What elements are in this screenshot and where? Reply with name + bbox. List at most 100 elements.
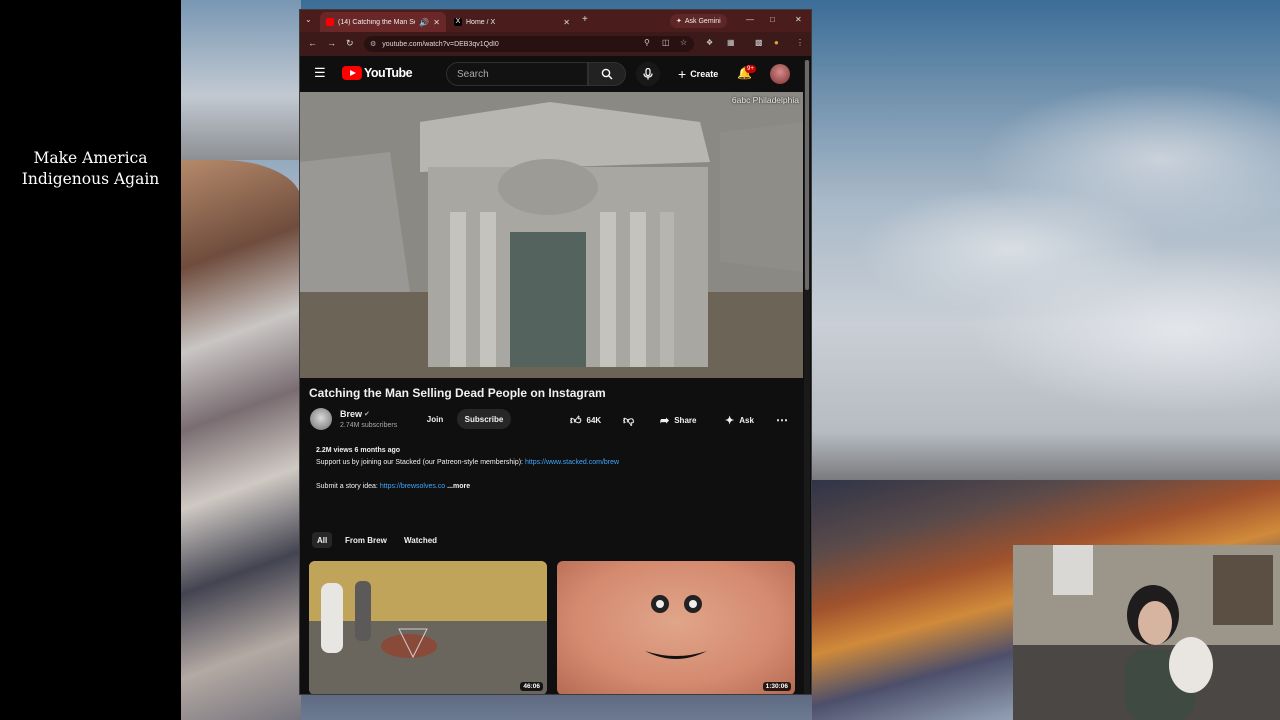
kebab-icon[interactable]: ⋮ [796,38,804,47]
puzzle-icon[interactable]: ▦ [727,38,735,47]
mausoleum-scene [300,92,803,378]
dislike-button[interactable]: 👎︎ [623,411,639,429]
more-link[interactable]: ...more [447,483,470,490]
cast-icon[interactable]: ◫ [662,38,670,47]
join-button[interactable]: Join [418,410,452,428]
ask-gemini-label: Ask Gemini [684,17,721,25]
scrollbar-thumb[interactable] [805,60,809,290]
reload-icon[interactable]: ↻ [346,38,354,49]
video-duration: 1:30:06 [762,682,791,691]
microphone-icon [643,68,653,80]
video-player[interactable]: 6abc Philadelphia [300,92,803,378]
overlay-line-1: Make America [33,149,148,167]
subscriber-count: 2.74M subscribers [340,422,398,429]
maximize-icon[interactable]: □ [770,15,775,24]
notification-badge: 9+ [745,65,756,73]
verified-icon: ✔ [364,411,370,418]
video-watermark: 6abc Philadelphia [731,95,799,105]
gemini-icon: ✦ [676,18,682,25]
subscribe-button[interactable]: Subscribe [457,409,511,429]
submit-text: Submit a story idea: [316,483,380,490]
minimize-icon[interactable]: — [746,15,754,24]
view-stats: 2.2M views 6 months ago [316,447,401,454]
share-label: Share [674,415,697,425]
reader-icon[interactable]: ❖ [706,38,713,47]
support-link[interactable]: https://www.stacked.com/brew [525,459,619,466]
close-icon[interactable]: ✕ [563,18,570,27]
avatar[interactable] [770,64,790,84]
star-icon[interactable]: ☆ [680,38,687,47]
youtube-header: ☰ YouTube Search + Create 🔔 9+ [300,56,811,92]
browser-window: ⌄ (14) Catching the Man Sell 🔊 ✕ X Home … [299,9,812,695]
thumbnail-scene [309,561,547,694]
search-icon [601,68,613,80]
ask-label: Ask [739,415,754,425]
thumbnail-face [645,595,707,659]
wallpaper-sky [181,0,301,160]
back-arrow-icon[interactable]: ← [308,38,317,48]
site-info-icon[interactable]: ⚙ [370,40,376,48]
youtube-play-icon [342,66,362,80]
window-close-icon[interactable]: ✕ [795,15,802,24]
voice-search-button[interactable] [636,62,660,86]
speaker-icon[interactable]: 🔊 [419,18,429,27]
tab-strip: ⌄ (14) Catching the Man Sell 🔊 ✕ X Home … [300,10,811,32]
plus-icon: + [678,66,687,82]
screen: Make America Indigenous Again ⌄ (14) Cat… [0,0,1280,720]
tab-youtube[interactable]: (14) Catching the Man Sell 🔊 ✕ [320,12,446,32]
channel-avatar[interactable] [310,408,332,430]
submit-line: Submit a story idea: https://brewsolves.… [316,481,789,493]
channel-name[interactable]: Brew [340,409,362,419]
like-count: 64K [586,415,602,425]
address-bar: ← → ↻ ⚙ youtube.com/watch?v=DEB3qv1QdI0 … [300,32,811,56]
like-button[interactable]: 👍︎ 64K [570,411,601,429]
tab-x[interactable]: X Home / X ✕ [448,12,576,32]
page-scrollbar[interactable] [804,60,810,694]
related-video-thumbnail[interactable]: 46:06 [309,561,547,694]
related-video-thumbnail[interactable]: 1:30:06 [557,561,795,694]
video-description[interactable]: 2.2M views 6 months ago Support us by jo… [309,441,796,503]
ask-button[interactable]: ✦ Ask [725,411,754,429]
share-icon: ➦ [660,414,670,427]
tab-label: (14) Catching the Man Sell [338,18,416,26]
wallpaper-rock [181,160,301,720]
search-placeholder: Search [457,68,489,80]
tab-label: Home / X [466,18,496,26]
chip-all[interactable]: All [312,532,333,548]
support-text: Support us by joining our Stacked (our P… [316,459,525,466]
youtube-favicon-icon [326,18,334,26]
webcam-feed [1013,545,1280,720]
thumbs-up-icon: 👍︎ [570,414,582,427]
ask-gemini-button[interactable]: ✦ Ask Gemini [670,14,727,28]
x-favicon-icon: X [454,18,462,26]
overlay-caption: Make America Indigenous Again [0,148,181,190]
share-button[interactable]: ➦ Share [660,411,696,429]
chip-watched[interactable]: Watched [399,532,442,548]
zoom-icon[interactable]: ⚲ [644,38,650,47]
create-label: Create [690,69,719,79]
support-line: Support us by joining our Stacked (our P… [316,457,789,469]
more-actions-icon[interactable]: ⋯ [776,411,788,429]
youtube-logo[interactable]: YouTube [342,66,413,80]
plus-icon[interactable]: + [582,14,588,25]
search-input[interactable]: Search [446,62,588,86]
video-duration: 46:06 [520,682,543,691]
video-title: Catching the Man Selling Dead People on … [309,386,606,400]
hamburger-menu-icon[interactable]: ☰ [314,66,328,80]
create-button[interactable]: + Create [672,63,724,85]
chip-from-brew[interactable]: From Brew [340,532,392,548]
overlay-line-2: Indigenous Again [21,170,160,188]
extension-icon[interactable]: ▩ [755,38,763,47]
thumbs-down-icon: 👎︎ [623,414,635,427]
stream-side-panel: Make America Indigenous Again [0,0,181,720]
url-text: youtube.com/watch?v=DEB3qv1QdI0 [382,40,499,48]
forward-arrow-icon[interactable]: → [327,38,336,48]
close-icon[interactable]: ✕ [433,18,440,27]
search-button[interactable] [588,62,626,86]
submit-link[interactable]: https://brewsolves.co [380,483,445,490]
chevron-down-icon[interactable]: ⌄ [305,15,312,24]
profile-icon[interactable]: ● [774,38,779,47]
youtube-wordmark: YouTube [364,66,413,80]
webcam-scene [1013,545,1280,720]
